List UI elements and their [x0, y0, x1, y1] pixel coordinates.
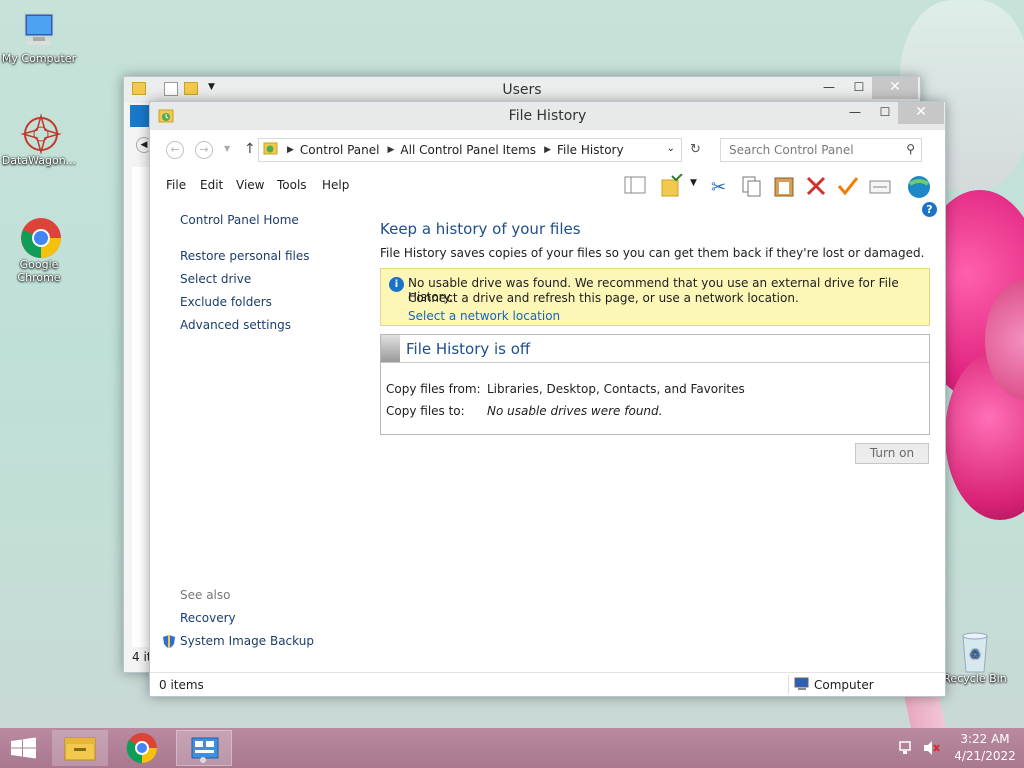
layout-pane-icon[interactable] [623, 174, 647, 198]
folder-options-icon[interactable] [660, 173, 684, 198]
help-icon[interactable]: ? [922, 202, 937, 217]
properties-icon[interactable] [868, 174, 892, 198]
delete-icon[interactable] [804, 174, 828, 198]
back-button[interactable]: ← [166, 141, 184, 159]
control-panel-icon [263, 142, 279, 159]
maximize-button[interactable]: ☐ [844, 77, 874, 99]
control-panel-home-link[interactable]: Control Panel Home [180, 213, 299, 227]
desktop-icon-chrome[interactable]: Google Chrome [0, 216, 78, 284]
close-button[interactable]: ✕ [872, 77, 918, 99]
breadcrumb-separator-icon[interactable]: ▶ [388, 145, 395, 155]
page-description: File History saves copies of your files … [380, 246, 925, 260]
copy-to-label: Copy files to: [386, 404, 465, 418]
file-history-titlebar[interactable]: File History — ☐ ✕ [150, 102, 945, 130]
minimize-button[interactable]: — [840, 102, 870, 124]
info-line-2: Connect a drive and refresh this page, o… [408, 291, 799, 305]
navigation-bar: ← → ▼ ↑ ▶ Control Panel ▶ All Control Pa… [150, 132, 945, 168]
menu-tools[interactable]: Tools [277, 178, 307, 192]
desktop-icon-datawagon[interactable]: DataWagon... [0, 112, 78, 167]
info-banner: i No usable drive was found. We recommen… [380, 268, 930, 326]
turn-on-button[interactable]: Turn on [855, 443, 929, 464]
location-label: Computer [814, 678, 874, 692]
status-indicator-bar [381, 335, 400, 362]
taskbar-chrome[interactable] [114, 730, 170, 766]
start-button[interactable] [0, 730, 48, 766]
taskbar: 3:22 AM 4/21/2022 [0, 728, 1024, 768]
address-bar[interactable]: ▶ Control Panel ▶ All Control Panel Item… [258, 138, 682, 162]
computer-icon [19, 10, 59, 50]
status-title: File History is off [406, 340, 531, 358]
forward-button[interactable]: → [195, 141, 213, 159]
menu-file[interactable]: File [166, 178, 186, 192]
copy-from-label: Copy files from: [386, 382, 481, 396]
menu-edit[interactable]: Edit [200, 178, 223, 192]
page-heading: Keep a history of your files [380, 220, 581, 238]
recent-locations-chevron-icon[interactable]: ▼ [224, 144, 230, 153]
menu-bar: File Edit View Tools Help ▼ ✂ ? [150, 168, 945, 217]
menu-help[interactable]: Help [322, 178, 349, 192]
desktop-icon-label: My Computer [1, 52, 77, 65]
menu-view[interactable]: View [236, 178, 264, 192]
search-input[interactable]: Search Control Panel ⚲ [720, 138, 922, 162]
desktop-icon-recycle-bin[interactable]: ♻ Recycle Bin [936, 630, 1014, 685]
status-divider [788, 675, 789, 694]
info-icon: i [389, 277, 404, 292]
taskbar-file-explorer[interactable] [52, 730, 108, 766]
breadcrumb-separator-icon[interactable]: ▶ [544, 145, 551, 155]
close-button[interactable]: ✕ [898, 102, 944, 124]
system-image-backup-link[interactable]: System Image Backup [180, 634, 314, 648]
recycle-bin-icon: ♻ [955, 630, 995, 673]
copy-to-value: No usable drives were found. [487, 404, 663, 418]
status-bar: 0 items Computer [150, 672, 945, 696]
status-header: File History is off [381, 335, 929, 363]
recovery-link[interactable]: Recovery [180, 611, 236, 625]
breadcrumb-control-panel[interactable]: Control Panel [300, 143, 380, 157]
breadcrumb-separator-icon: ▶ [287, 145, 294, 155]
cut-icon[interactable]: ✂ [708, 174, 732, 198]
breadcrumb-file-history[interactable]: File History [557, 143, 624, 157]
network-icon[interactable] [898, 740, 914, 759]
refresh-button[interactable]: ↻ [690, 142, 701, 157]
datawagon-logo-icon [19, 112, 62, 155]
advanced-settings-link[interactable]: Advanced settings [180, 318, 291, 332]
desktop-icon-label: Recycle Bin [943, 672, 1007, 685]
users-window-title: Users [502, 82, 542, 98]
file-history-window[interactable]: File History — ☐ ✕ ← → ▼ ↑ ▶ Control Pan… [149, 101, 946, 697]
computer-icon [794, 677, 810, 694]
volume-muted-icon[interactable] [922, 740, 940, 759]
search-placeholder: Search Control Panel [729, 143, 854, 157]
select-drive-link[interactable]: Select drive [180, 272, 251, 286]
copy-from-value: Libraries, Desktop, Contacts, and Favori… [487, 382, 745, 396]
breadcrumb-all-items[interactable]: All Control Panel Items [400, 143, 536, 157]
exclude-folders-link[interactable]: Exclude folders [180, 295, 272, 309]
select-network-location-link[interactable]: Select a network location [408, 309, 560, 323]
svg-text:♻: ♻ [970, 647, 981, 661]
desktop-icon-label: Google Chrome [17, 258, 61, 284]
copy-icon[interactable] [740, 174, 764, 198]
desktop-icon-label: DataWagon... [1, 154, 77, 167]
address-dropdown-icon[interactable]: ⌄ [667, 143, 675, 154]
search-icon[interactable]: ⚲ [906, 142, 915, 156]
globe-icon[interactable] [906, 174, 930, 198]
checkmark-icon[interactable] [836, 174, 860, 198]
file-history-window-title: File History [508, 108, 587, 124]
users-titlebar[interactable]: ▼ Users — ☐ ✕ [124, 77, 920, 103]
clock-date[interactable]: 4/21/2022 [950, 749, 1020, 763]
maximize-button[interactable]: ☐ [870, 102, 900, 124]
clock-time[interactable]: 3:22 AM [955, 732, 1015, 746]
shield-icon [162, 634, 176, 652]
svg-text:✂: ✂ [711, 177, 726, 198]
item-count: 0 items [159, 678, 204, 692]
paste-icon[interactable] [772, 174, 796, 198]
file-history-status-panel: File History is off Copy files from: Lib… [380, 334, 930, 435]
minimize-button[interactable]: — [814, 77, 844, 99]
up-button[interactable]: ↑ [244, 141, 256, 157]
chrome-icon [19, 216, 61, 258]
restore-personal-files-link[interactable]: Restore personal files [180, 249, 310, 263]
taskbar-control-panel[interactable] [176, 730, 232, 766]
desktop-icon-my-computer[interactable]: My Computer [0, 10, 78, 65]
see-also-heading: See also [180, 588, 231, 602]
